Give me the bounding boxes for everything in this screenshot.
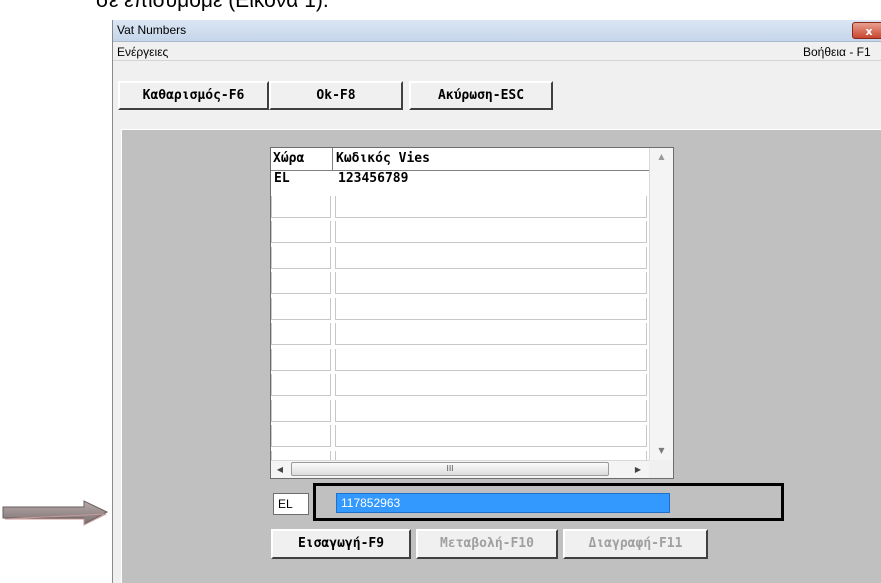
grid-header: Χώρα Κωδικός Vies — [271, 148, 649, 171]
cell-vies-code[interactable]: 123456789 — [335, 170, 647, 192]
cell-vies-code[interactable] — [335, 399, 647, 422]
table-row[interactable] — [271, 425, 649, 451]
cell-country[interactable] — [271, 272, 331, 294]
cell-country[interactable] — [271, 399, 331, 422]
document-caption-fragment: σε επισυμόμε (Εικόνα 1). — [96, 0, 329, 12]
cell-country[interactable]: EL — [271, 170, 331, 192]
menu-actions[interactable]: Ενέργειες — [117, 45, 168, 59]
cell-vies-code[interactable] — [335, 374, 647, 396]
country-code-input[interactable]: EL — [273, 493, 309, 515]
scroll-right-icon[interactable]: ▶ — [629, 461, 647, 478]
scroll-corner — [649, 460, 673, 478]
column-header-vies-code: Κωδικός Vies — [336, 151, 430, 166]
scroll-left-icon[interactable]: ◀ — [271, 461, 289, 478]
scroll-down-icon[interactable]: ▼ — [650, 442, 673, 460]
cell-vies-code[interactable] — [335, 348, 647, 371]
table-row[interactable] — [271, 348, 649, 375]
annotation-highlight-box — [313, 483, 784, 521]
cell-vies-code[interactable] — [335, 323, 647, 345]
table-row[interactable] — [271, 272, 649, 298]
table-row[interactable] — [271, 221, 649, 247]
title-bar: Vat Numbers x — [113, 20, 881, 42]
toolbar: Καθαρισμός-F6 Ok-F8 Ακύρωση-ESC — [113, 61, 881, 113]
table-row[interactable] — [271, 374, 649, 400]
ok-button[interactable]: Ok-F8 — [269, 81, 403, 110]
menu-bar: Ενέργειες Βοήθεια - F1 — [113, 42, 881, 61]
menu-help[interactable]: Βοήθεια - F1 — [803, 45, 871, 59]
vertical-scrollbar[interactable]: ▲ ▼ — [649, 148, 673, 460]
cell-vies-code[interactable] — [335, 297, 647, 320]
cell-country[interactable] — [271, 374, 331, 396]
cell-country[interactable] — [271, 297, 331, 320]
cell-vies-code[interactable] — [335, 195, 647, 218]
column-header-country: Χώρα — [271, 148, 333, 170]
table-row[interactable]: EL 123456789 — [271, 170, 649, 196]
cell-country[interactable] — [271, 195, 331, 218]
cell-country[interactable] — [271, 348, 331, 371]
vat-grid[interactable]: Χώρα Κωδικός Vies EL 123456789 ▲ ▼ ◀ III … — [270, 147, 674, 479]
table-row[interactable] — [271, 323, 649, 349]
close-icon: x — [865, 25, 873, 38]
table-row[interactable] — [271, 246, 649, 273]
close-button[interactable]: x — [852, 22, 881, 39]
clear-button[interactable]: Καθαρισμός-F6 — [118, 81, 269, 110]
insert-button[interactable]: Εισαγωγή-F9 — [271, 529, 411, 559]
cancel-button[interactable]: Ακύρωση-ESC — [409, 81, 553, 110]
scroll-up-icon[interactable]: ▲ — [650, 148, 673, 166]
cell-vies-code[interactable] — [335, 272, 647, 294]
horizontal-scrollbar[interactable]: ◀ III ▶ — [271, 460, 649, 478]
cell-vies-code[interactable] — [335, 246, 647, 269]
cell-vies-code[interactable] — [335, 425, 647, 447]
table-row[interactable] — [271, 195, 649, 222]
horizontal-scroll-thumb[interactable]: III — [291, 462, 609, 476]
cell-country[interactable] — [271, 221, 331, 243]
annotation-arrow-icon — [2, 500, 109, 526]
cell-country[interactable] — [271, 425, 331, 447]
cell-country[interactable] — [271, 323, 331, 345]
cell-vies-code[interactable] — [335, 221, 647, 243]
table-row[interactable] — [271, 399, 649, 426]
delete-button: Διαγραφή-F11 — [563, 529, 708, 559]
cell-country[interactable] — [271, 246, 331, 269]
window-title: Vat Numbers — [117, 23, 187, 37]
modify-button: Μεταβολή-F10 — [416, 529, 558, 559]
table-row[interactable] — [271, 297, 649, 324]
